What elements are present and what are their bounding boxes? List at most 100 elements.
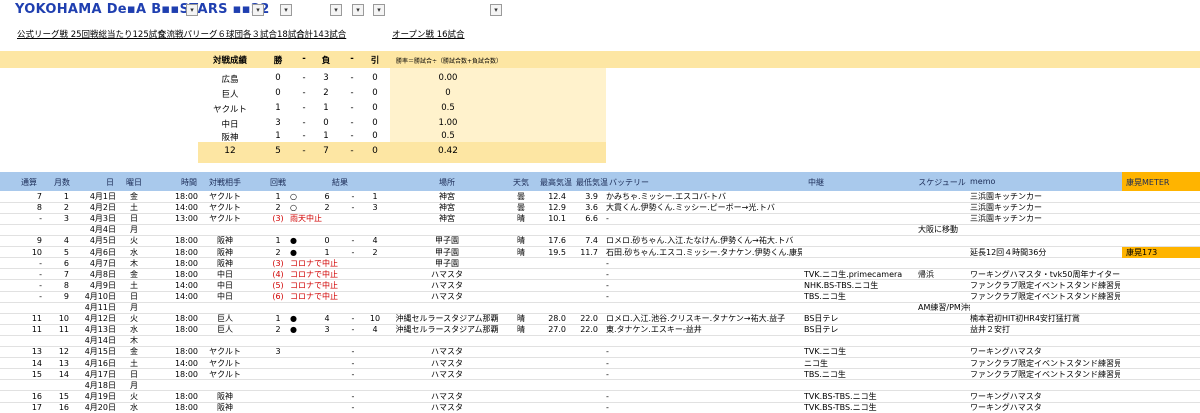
- cell-battery[interactable]: -: [606, 270, 802, 280]
- cell-total-games[interactable]: 15: [16, 370, 42, 380]
- col-header-meter[interactable]: 康晃METER: [1126, 177, 1186, 188]
- cell-month-count[interactable]: 13: [49, 359, 69, 369]
- cell-high-temp[interactable]: 19.5: [540, 248, 566, 258]
- filter-dropdown-icon[interactable]: ▾: [330, 4, 342, 16]
- cell-total-games[interactable]: -: [16, 270, 42, 280]
- cell-low-temp[interactable]: 3.6: [572, 203, 598, 213]
- cell-broadcast[interactable]: TVK.BS-TBS.ニコ生: [804, 403, 914, 413]
- cell-time[interactable]: 18:00: [168, 248, 198, 258]
- cell-weekday[interactable]: 水: [122, 248, 146, 258]
- cell-high-temp[interactable]: 28.0: [540, 314, 566, 324]
- cell-total-games[interactable]: -: [16, 292, 42, 302]
- cell-total-games[interactable]: -: [16, 259, 42, 269]
- filter-dropdown-icon[interactable]: ▾: [186, 4, 198, 16]
- cell-weekday[interactable]: 月: [122, 225, 146, 235]
- cell-time[interactable]: 18:00: [168, 259, 198, 269]
- cell-score-against[interactable]: 1: [368, 192, 382, 202]
- schedule-row[interactable]: 11 11 4月13日水 18:00 巨人 2 ● 3 -4 沖縄セルラースタジアム那覇晴 27.0…: [0, 324, 1200, 336]
- cell-opponent[interactable]: ヤクルト: [198, 370, 252, 380]
- cell-month-count[interactable]: 11: [49, 325, 69, 335]
- schedule-row[interactable]: 9 4 4月5日火 18:00 阪神 1 ● 0-4 甲子園晴 17.6 7.4 ロメロ.砂ちゃん.入…: [0, 235, 1200, 248]
- cell-month-count[interactable]: 3: [49, 214, 69, 224]
- cell-score-sep[interactable]: -: [346, 325, 360, 335]
- cell-score-sep[interactable]: -: [346, 314, 360, 324]
- schedule-row[interactable]: -6 4月7日木 18:00 阪神 (3) コロナで中止 甲子園 -: [0, 258, 1200, 270]
- cell-weather[interactable]: 曇: [508, 192, 534, 202]
- cell-opponent[interactable]: ヤクルト: [198, 347, 252, 357]
- schedule-row[interactable]: 4月14日木: [0, 335, 1200, 348]
- cell-round[interactable]: 2: [264, 203, 292, 213]
- cell-result-mark[interactable]: 雨天中止: [290, 214, 322, 224]
- cell-month-count[interactable]: 10: [49, 314, 69, 324]
- cell-time[interactable]: 14:00: [168, 359, 198, 369]
- cell-score-against[interactable]: 4: [368, 236, 382, 246]
- cell-date[interactable]: 4月3日: [76, 214, 116, 224]
- cell-battery[interactable]: 石田.砂ちゃん.エスコ.ミッシー.タナケン.伊勢くん.康晃-トバ: [606, 248, 802, 258]
- cell-score-for[interactable]: 0: [320, 236, 334, 246]
- cell-memo[interactable]: 三浜園キッチンカー: [970, 214, 1120, 224]
- cell-opponent[interactable]: 阪神: [198, 403, 252, 413]
- schedule-row[interactable]: 4月4日月 大阪に移動: [0, 224, 1200, 237]
- cell-result-mark[interactable]: ●: [290, 236, 312, 246]
- col-header-total[interactable]: 通算: [16, 177, 42, 188]
- cell-total-games[interactable]: 8: [16, 203, 42, 213]
- cell-venue[interactable]: ハマスタ: [388, 292, 506, 302]
- cell-total-games[interactable]: -: [16, 281, 42, 291]
- cell-venue[interactable]: ハマスタ: [388, 370, 506, 380]
- cell-weekday[interactable]: 火: [122, 314, 146, 324]
- cell-total-games[interactable]: 13: [16, 347, 42, 357]
- cell-low-temp[interactable]: 6.6: [572, 214, 598, 224]
- cell-total-games[interactable]: 10: [16, 248, 42, 258]
- cell-weather[interactable]: 晴: [508, 314, 534, 324]
- cell-venue[interactable]: 神宮: [388, 192, 506, 202]
- cell-date[interactable]: 4月4日: [76, 225, 116, 235]
- filter-dropdown-icon[interactable]: ▾: [280, 4, 292, 16]
- cell-venue[interactable]: ハマスタ: [388, 281, 506, 291]
- cell-time[interactable]: 18:00: [168, 270, 198, 280]
- cell-time[interactable]: 18:00: [168, 370, 198, 380]
- schedule-row[interactable]: 7 1 4月1日金 18:00 ヤクルト 1 ○ 6-1 神宮曇 12.4 3.9 かみちゃ.ミッシー…: [0, 191, 1200, 203]
- cell-low-temp[interactable]: 22.0: [572, 325, 598, 335]
- cell-broadcast[interactable]: BS日テレ: [804, 325, 914, 335]
- cell-opponent[interactable]: ヤクルト: [198, 214, 252, 224]
- cell-month-count[interactable]: 15: [49, 392, 69, 402]
- cell-total-games[interactable]: 16: [16, 392, 42, 402]
- cell-total-games[interactable]: 9: [16, 236, 42, 246]
- cell-weekday[interactable]: 火: [122, 392, 146, 402]
- cell-battery[interactable]: -: [606, 392, 802, 402]
- schedule-row[interactable]: 15 14 4月17日日 18:00 ヤクルト - ハマスタ - TBS.ニコ生 ファンクラブ限定…: [0, 369, 1200, 381]
- cell-date[interactable]: 4月20日: [76, 403, 116, 413]
- cell-low-temp[interactable]: 7.4: [572, 236, 598, 246]
- schedule-row[interactable]: -7 4月8日金 18:00 中日 (4) コロナで中止 ハマスタ - TVK.ニコ生.prim…: [0, 269, 1200, 281]
- cell-round[interactable]: 1: [264, 236, 292, 246]
- cell-meter[interactable]: 康晃173: [1126, 248, 1157, 258]
- filter-dropdown-icon[interactable]: ▾: [373, 4, 385, 16]
- cell-opponent[interactable]: 巨人: [198, 325, 252, 335]
- cell-venue[interactable]: 甲子園: [388, 248, 506, 258]
- schedule-row[interactable]: 14 13 4月16日土 14:00 ヤクルト - ハマスタ - ニコ生 ファンクラブ限定イベント…: [0, 358, 1200, 370]
- cell-time[interactable]: 14:00: [168, 281, 198, 291]
- cell-opponent[interactable]: ヤクルト: [198, 192, 252, 202]
- cell-weekday[interactable]: 金: [122, 347, 146, 357]
- schedule-row[interactable]: -3 4月3日日 13:00 ヤクルト (3) 雨天中止 神宮晴 10.1 6.6- 三浜園キッチ…: [0, 213, 1200, 225]
- cell-broadcast[interactable]: TVK.ニコ生.primecamera: [804, 270, 914, 280]
- cell-total-games[interactable]: 11: [16, 325, 42, 335]
- cell-broadcast[interactable]: TBS.ニコ生: [804, 370, 914, 380]
- cell-date[interactable]: 4月8日: [76, 270, 116, 280]
- cell-memo[interactable]: 延長12回４時間36分: [970, 248, 1120, 258]
- cell-result-mark[interactable]: ○: [290, 203, 312, 213]
- col-header-result[interactable]: 結果: [326, 177, 354, 188]
- cell-total-games[interactable]: 11: [16, 314, 42, 324]
- cell-month-count[interactable]: 16: [49, 403, 69, 413]
- cell-venue[interactable]: ハマスタ: [388, 270, 506, 280]
- cell-score-against[interactable]: 2: [368, 248, 382, 258]
- cell-date[interactable]: 4月9日: [76, 281, 116, 291]
- cell-opponent[interactable]: 巨人: [198, 314, 252, 324]
- col-header-weather[interactable]: 天気: [508, 177, 534, 188]
- cell-memo[interactable]: ワーキングハマスタ: [970, 403, 1120, 413]
- cell-weekday[interactable]: 木: [122, 336, 146, 346]
- cell-weekday[interactable]: 日: [122, 370, 146, 380]
- cell-broadcast[interactable]: NHK.BS-TBS.ニコ生: [804, 281, 914, 291]
- col-header-high-temp[interactable]: 最高気温: [538, 177, 574, 188]
- col-header-venue[interactable]: 場所: [430, 177, 464, 188]
